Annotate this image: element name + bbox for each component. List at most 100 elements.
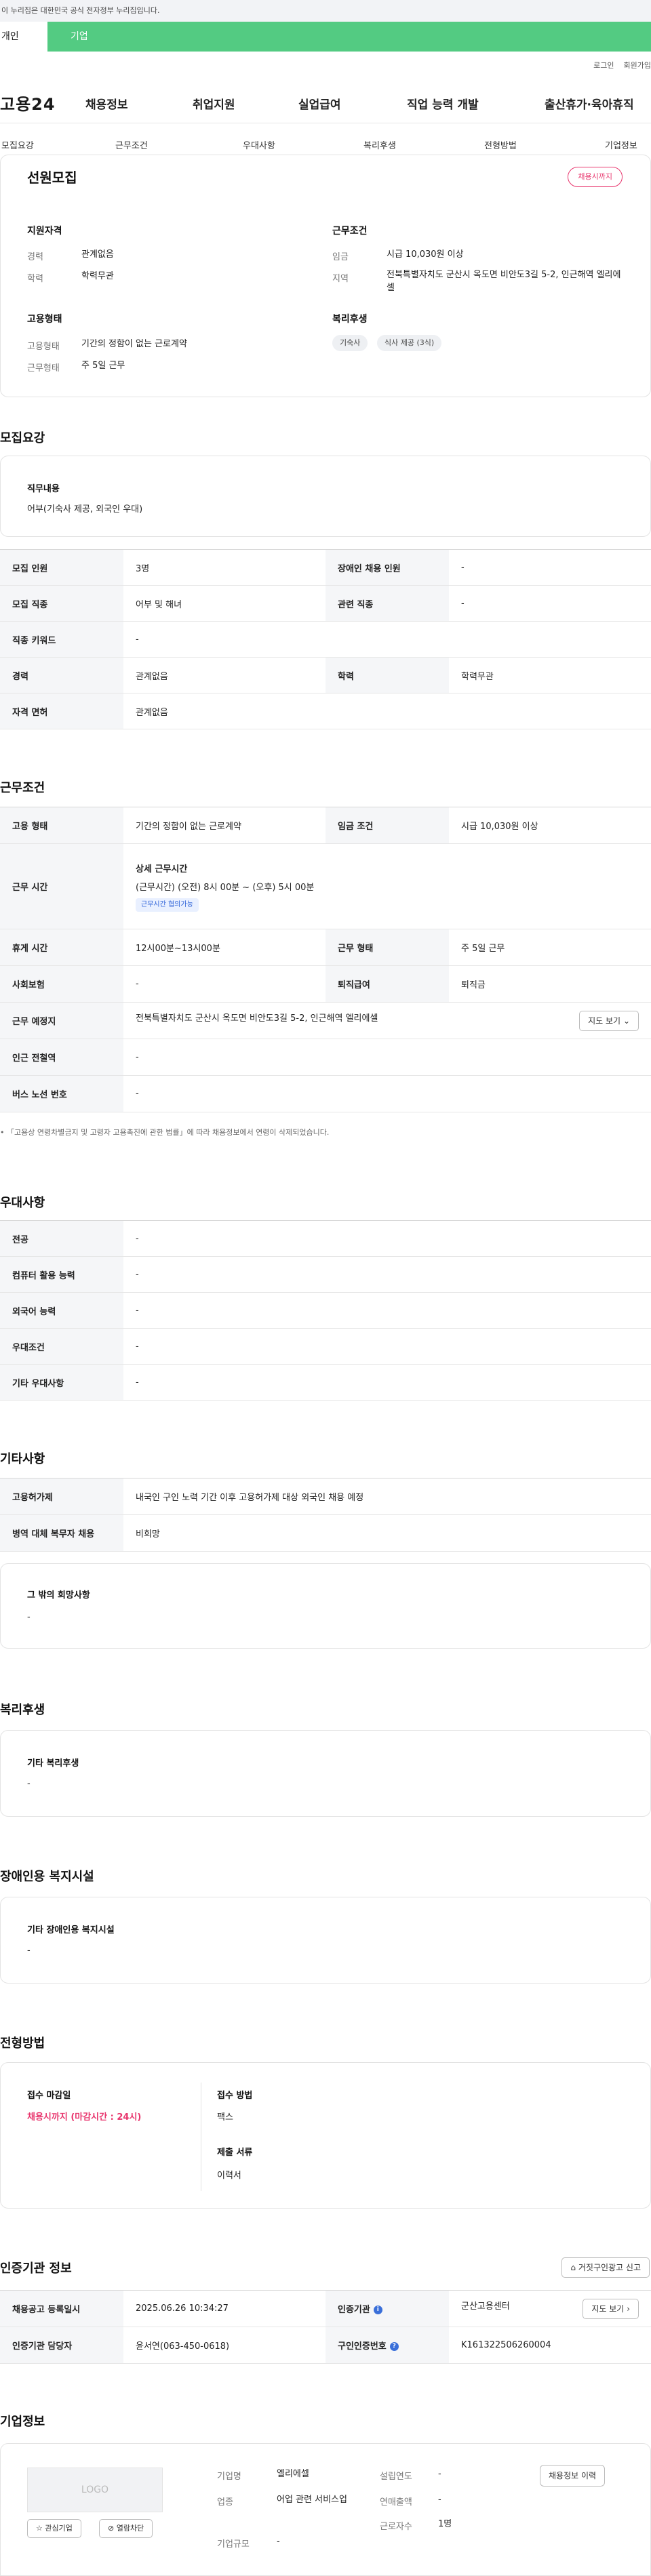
signup-link[interactable]: 회원가입 <box>624 61 651 70</box>
table-header: 모집 직종 <box>0 585 123 622</box>
duty-text: 어부(기숙사 제공, 외국인 우대) <box>27 504 143 515</box>
subnav-process[interactable]: 전형방법 <box>484 138 517 151</box>
industry-value: 어업 관련 서비스업 <box>277 2495 347 2505</box>
table-header: 기타 우대사항 <box>0 1364 123 1401</box>
table-row: 근무 예정지 전북특별자치도 군산시 옥도면 비안도3길 5-2, 인근해역 엘… <box>0 1002 651 1039</box>
table-header: 외국어 능력 <box>0 1292 123 1329</box>
table-header: 휴게 시간 <box>0 929 123 966</box>
report-false-ad-label: 거짓구인광고 신고 <box>578 2263 641 2272</box>
table-cell: - <box>123 965 326 1003</box>
cert-number-label: 구인인증번호 <box>338 2341 387 2352</box>
login-link[interactable]: 로그인 <box>593 61 614 70</box>
table-row: 채용공고 등록일시 2025.06.26 10:34:27 인증기관 i 군산고용… <box>0 2290 651 2327</box>
career-value: 관계없음 <box>81 249 114 260</box>
chevron-right-icon: › <box>627 2303 630 2314</box>
table-header: 관련 직종 <box>326 585 449 622</box>
table-cell: 내국인 구인 노력 기간 이후 고용허가제 대상 외국인 채용 예정 <box>123 1478 651 1515</box>
career-label: 경력 <box>27 252 43 262</box>
company-size-value: - <box>277 2537 280 2547</box>
table-header: 직종 키워드 <box>0 621 123 658</box>
table-row: 모집 인원 3명 장애인 채용 인원 - <box>0 549 651 586</box>
subnav-welfare[interactable]: 복리후생 <box>363 138 396 151</box>
report-false-ad-button[interactable]: ⌂ 거짓구인광고 신고 <box>561 2257 650 2278</box>
subnav-company[interactable]: 기업정보 <box>605 138 637 151</box>
subnav-recruit[interactable]: 모집요강 <box>1 138 34 151</box>
welfare-card <box>0 1730 651 1817</box>
age-law-note-text: 「고용상 연령차별금지 및 고령자 고용촉진에 관한 법률」에 따라 채용정보에… <box>7 1128 330 1137</box>
cert-map-button[interactable]: 지도 보기 › <box>583 2298 639 2319</box>
etc-section-title: 기타사항 <box>0 1452 45 1466</box>
table-cell: 3명 <box>123 549 326 586</box>
table-row: 직종 키워드 - <box>0 621 651 658</box>
table-cell: - <box>123 1075 651 1112</box>
employees-value: 1명 <box>438 2519 452 2529</box>
bullet-icon: • <box>0 1128 7 1137</box>
duty-card <box>0 456 651 537</box>
method-value: 팩스 <box>217 2112 233 2122</box>
block-view-button[interactable]: ⊘ 열람차단 <box>99 2519 153 2538</box>
table-row: 우대조건 - <box>0 1328 651 1365</box>
table-cell: - <box>123 1039 651 1076</box>
table-row: 병역 대체 복무자 채용 비희망 <box>0 1514 651 1552</box>
disability-card-value: - <box>27 1946 31 1956</box>
employment-type-value: 기간의 정함이 없는 근로계약 <box>81 339 187 349</box>
star-icon: ☆ <box>36 2524 43 2533</box>
table-cell: - <box>123 1256 651 1293</box>
table-row: 사회보험 - 퇴직급여 퇴직금 <box>0 965 651 1003</box>
tab-company[interactable]: 기업 <box>71 22 88 52</box>
employees-label: 근로자수 <box>380 2522 412 2532</box>
work-type-label: 근무형태 <box>27 363 60 374</box>
table-header: 병역 대체 복무자 채용 <box>0 1514 123 1552</box>
table-header: 학력 <box>326 657 449 693</box>
disability-card-title: 기타 장애인용 복지시설 <box>27 1925 115 1935</box>
hiring-history-button[interactable]: 채용정보 이력 <box>540 2465 606 2487</box>
table-cell: - <box>123 621 651 658</box>
recruit-table: 모집 인원 3명 장애인 채용 인원 - 모집 직종 어부 및 해녀 관련 직종… <box>0 549 651 729</box>
welfare-tag-meal: 식사 제공 (3식) <box>377 335 442 351</box>
gnb-unemployment-benefit[interactable]: 실업급여 <box>298 95 341 112</box>
company-name-label: 기업명 <box>217 2472 241 2482</box>
table-cell: 비희망 <box>123 1514 651 1552</box>
table-cell: - <box>123 1292 651 1329</box>
interest-company-button[interactable]: ☆ 관심기업 <box>27 2519 81 2538</box>
table-header: 채용공고 등록일시 <box>0 2290 123 2327</box>
founded-value: - <box>438 2469 441 2479</box>
conditions-heading: 근무조건 <box>332 226 368 237</box>
subnav-conditions[interactable]: 근무조건 <box>115 138 148 151</box>
info-icon[interactable]: i <box>373 2306 382 2314</box>
table-cell: - <box>123 1328 651 1365</box>
table-cell: 12시00분~13시00분 <box>123 929 326 966</box>
table-cell: 2025.06.26 10:34:27 <box>123 2290 326 2327</box>
age-law-note: • 「고용상 연령차별금지 및 고령자 고용촉진에 관한 법률」에 따라 채용정… <box>0 1127 329 1138</box>
gov-notice-bar: 이 누리집은 대한민국 공식 전자정부 누리집입니다. <box>0 0 651 22</box>
tab-personal[interactable]: 개인 <box>0 22 47 52</box>
table-cell: 어부 및 해녀 <box>123 585 326 622</box>
table-row: 고용허가제 내국인 구인 노력 기간 이후 고용허가제 대상 외국인 채용 예정 <box>0 1478 651 1515</box>
process-section-title: 전형방법 <box>0 2036 45 2051</box>
work-section-title: 근무조건 <box>0 781 45 795</box>
info-icon[interactable]: ? <box>389 2342 399 2351</box>
table-row: 인증기관 담당자 윤서연(063-450-0618) 구인인증번호? K1613… <box>0 2327 651 2364</box>
table-header: 우대조건 <box>0 1328 123 1365</box>
table-header: 사회보험 <box>0 965 123 1003</box>
education-value: 학력무관 <box>81 271 114 281</box>
site-logo[interactable]: 고용24 <box>0 91 56 115</box>
gnb-parental-leave[interactable]: 출산휴가·육아휴직 <box>545 95 634 112</box>
qualification-heading: 지원자격 <box>27 226 62 237</box>
block-icon: ⊘ <box>108 2524 115 2533</box>
map-button[interactable]: 지도 보기 ⌄ <box>579 1010 639 1031</box>
gnb-employment-support[interactable]: 취업지원 <box>193 95 235 112</box>
subnav-preference[interactable]: 우대사항 <box>243 138 275 151</box>
table-header: 장애인 채용 인원 <box>326 549 449 586</box>
table-cell: 주 5일 근무 <box>449 929 651 966</box>
gov-notice-text: 이 누리집은 대한민국 공식 전자정부 누리집입니다. <box>1 6 160 15</box>
deadline-value: 채용시까지 (마감시간 : 24시) <box>27 2112 142 2122</box>
gnb-jobs[interactable]: 채용정보 <box>85 95 128 112</box>
table-header: 퇴직급여 <box>326 965 449 1003</box>
gnb-skill-development[interactable]: 직업 능력 개발 <box>407 95 479 112</box>
hours-negotiable-badge: 근무시간 협의가능 <box>136 898 199 912</box>
industry-label: 업종 <box>217 2497 233 2508</box>
sales-value: - <box>438 2495 441 2505</box>
table-cell: 전북특별자치도 군산시 옥도면 비안도3길 5-2, 인근해역 엘리에셀 지도 … <box>123 1002 651 1039</box>
table-header: 인근 전철역 <box>0 1039 123 1076</box>
